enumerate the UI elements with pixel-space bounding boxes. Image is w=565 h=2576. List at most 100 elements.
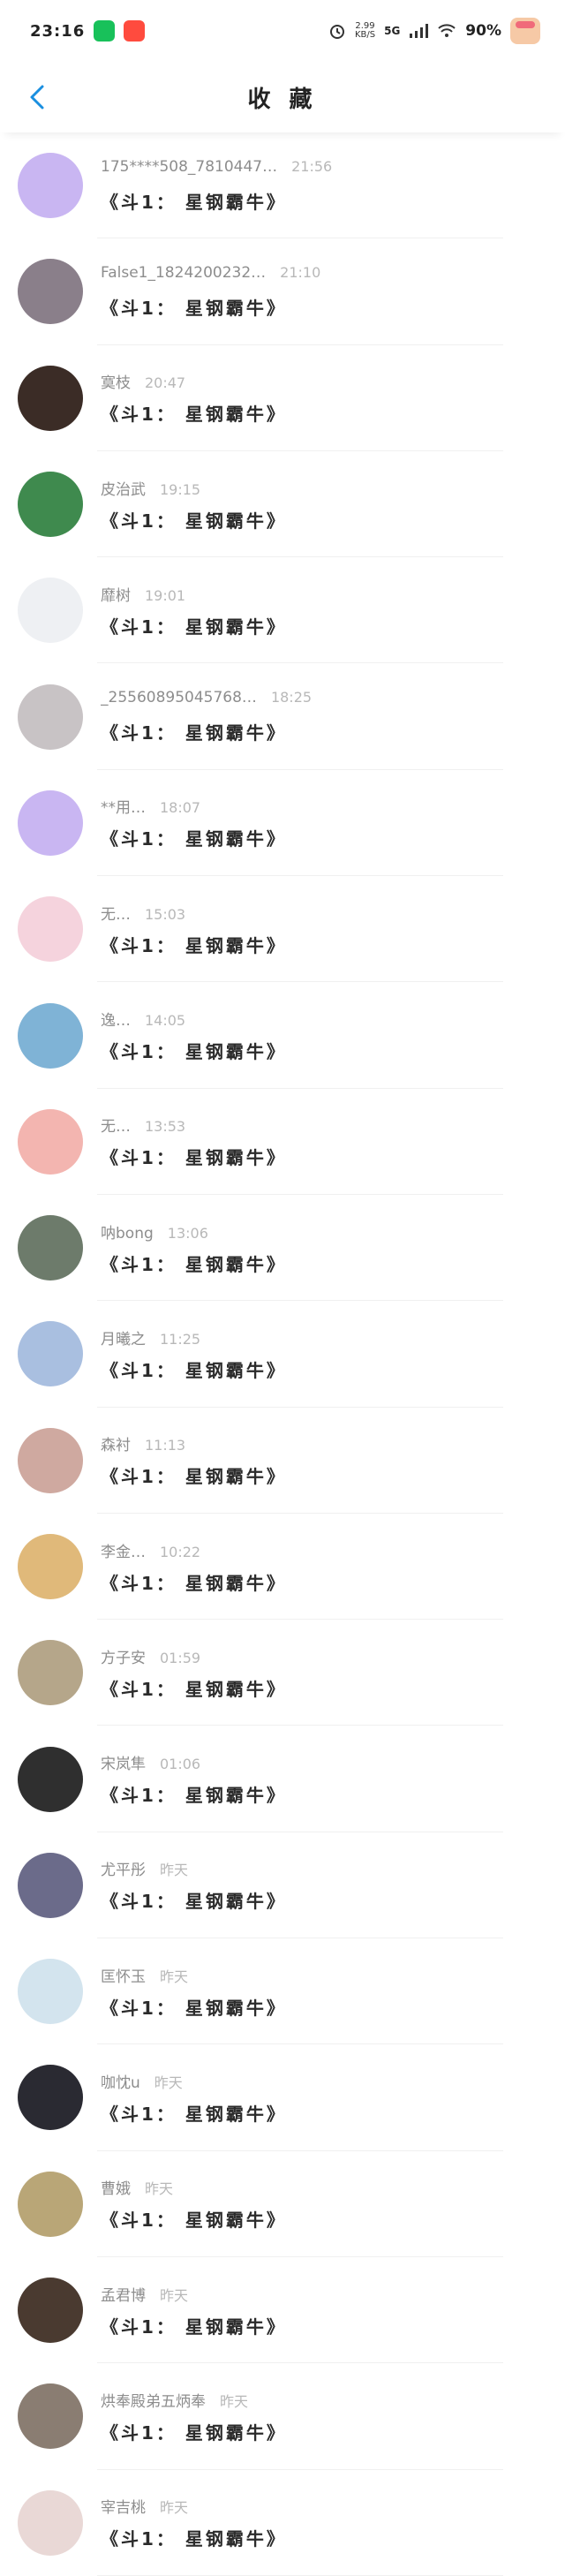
avatar[interactable] xyxy=(18,2489,83,2556)
item-meta: 曹娥 昨天 xyxy=(101,2176,287,2198)
collection-item[interactable]: 尤平彤 昨天 《斗1： 星钢霸牛》 xyxy=(0,1832,565,1939)
avatar[interactable] xyxy=(18,684,83,750)
item-time: 昨天 xyxy=(154,2074,183,2091)
collection-item[interactable]: 呐bong 13:06 《斗1： 星钢霸牛》 xyxy=(0,1195,565,1302)
avatar[interactable] xyxy=(18,1640,83,1706)
avatar[interactable] xyxy=(18,789,83,856)
avatar[interactable] xyxy=(18,1215,83,1281)
item-text: 寞枝 20:47 《斗1： 星钢霸牛》 xyxy=(101,370,287,426)
avatar[interactable] xyxy=(18,259,83,325)
avatar[interactable] xyxy=(18,472,83,538)
item-text: 曹娥 昨天《斗1： 星钢霸牛》 xyxy=(101,2176,287,2232)
collection-item[interactable]: 方子安 01:59 《斗1： 星钢霸牛》 xyxy=(0,1620,565,1726)
item-text: 无… 15:03 《斗1： 星钢霸牛》 xyxy=(101,902,287,957)
chevron-left-icon xyxy=(30,85,44,110)
item-meta: False1_1824200232… 21:10 xyxy=(101,264,320,285)
item-text: **用… 18:07 《斗1： 星钢霸牛》 xyxy=(101,795,287,850)
item-time: 21:10 xyxy=(280,263,321,281)
collection-item[interactable]: 咖忱u 昨天 《斗1： 星钢霸牛》 xyxy=(0,2044,565,2151)
item-content: 《斗1： 星钢霸牛》 xyxy=(101,934,287,956)
item-text: 尤平彤 昨天 《斗1： 星钢霸牛》 xyxy=(101,1857,287,1913)
collection-item[interactable]: 烘奉殿弟五炳奉 昨天 《斗1： 星钢霸牛》 xyxy=(0,2363,565,2470)
item-meta: 尤平彤 昨天 xyxy=(101,1857,287,1880)
item-time: 01:59 xyxy=(160,1649,201,1666)
collection-item[interactable]: 皮治武 19:15 《斗1： 星钢霸牛》 xyxy=(0,451,565,558)
user-name: 逸… xyxy=(101,1012,131,1031)
collection-item[interactable]: 靡树 19:01 《斗1： 星钢霸牛》 xyxy=(0,557,565,664)
item-meta: 无… 13:53 xyxy=(101,1114,287,1136)
collection-item[interactable]: 月曦之 11:25 《斗1： 星钢霸牛》 xyxy=(0,1301,565,1408)
avatar[interactable] xyxy=(18,2065,83,2131)
collection-item[interactable]: _25560895045768… 18:25 《斗1： 星钢霸牛》 xyxy=(0,663,565,771)
collection-item[interactable]: 175****508_7810447… 21:56 《斗1： 星钢霸牛》 xyxy=(0,132,565,239)
avatar[interactable] xyxy=(18,2383,83,2450)
avatar[interactable] xyxy=(18,2171,83,2237)
collection-item[interactable]: **用… 18:07 《斗1： 星钢霸牛》 xyxy=(0,770,565,877)
item-content: 《斗1： 星钢霸牛》 xyxy=(101,191,287,213)
avatar[interactable] xyxy=(18,578,83,644)
user-name: 呐bong xyxy=(101,1224,154,1243)
item-content: 《斗1： 星钢霸牛》 xyxy=(101,1253,287,1275)
avatar[interactable] xyxy=(18,1427,83,1493)
avatar[interactable] xyxy=(18,153,83,219)
item-time: 10:22 xyxy=(160,1543,201,1560)
item-text: 匡怀玉 昨天 《斗1： 星钢霸牛》 xyxy=(101,1964,287,2020)
avatar[interactable] xyxy=(18,1852,83,1918)
item-meta: 咖忱u 昨天 xyxy=(101,2070,287,2092)
user-name: 尤平彤 xyxy=(101,1862,146,1880)
item-text: 月曦之 11:25 《斗1： 星钢霸牛》 xyxy=(101,1326,287,1382)
user-name: 月曦之 xyxy=(101,1330,146,1348)
user-name: 宋岚隼 xyxy=(101,1756,146,1774)
item-text: 皮治武 19:15 《斗1： 星钢霸牛》 xyxy=(101,477,287,533)
item-text: 靡树 19:01 《斗1： 星钢霸牛》 xyxy=(101,583,287,638)
item-meta: 烘奉殿弟五炳奉 昨天 xyxy=(101,2389,287,2411)
avatar[interactable] xyxy=(18,1002,83,1069)
user-name: 靡树 xyxy=(101,586,131,605)
collection-item[interactable]: 宰吉桃 昨天 《斗1： 星钢霸牛》 xyxy=(0,2470,565,2576)
collection-item[interactable]: 宋岚隼 01:06 《斗1： 星钢霸牛》 xyxy=(0,1726,565,1833)
item-meta: **用… 18:07 xyxy=(101,795,287,817)
avatar[interactable] xyxy=(18,1108,83,1175)
collection-item[interactable]: 寞枝 20:47 《斗1： 星钢霸牛》 xyxy=(0,345,565,452)
collection-item[interactable]: 无… 15:03 《斗1： 星钢霸牛》 xyxy=(0,876,565,983)
avatar[interactable] xyxy=(18,1534,83,1599)
item-meta: 宋岚隼 01:06 xyxy=(101,1751,287,1774)
avatar[interactable] xyxy=(18,1959,83,2025)
collection-item[interactable]: 孟君博 昨天 《斗1： 星钢霸牛》 xyxy=(0,2257,565,2364)
item-time: 18:25 xyxy=(270,689,313,706)
item-content: 《斗1： 星钢霸牛》 xyxy=(101,297,287,319)
collection-item[interactable]: 匡怀玉 昨天 《斗1： 星钢霸牛》 xyxy=(0,1938,565,2045)
collection-item[interactable]: 逸… 14:05 《斗1： 星钢霸牛》 xyxy=(0,982,565,1089)
avatar[interactable] xyxy=(18,1746,83,1812)
item-time: 15:03 xyxy=(145,905,186,923)
status-left: 23:16 xyxy=(30,20,146,42)
back-button[interactable] xyxy=(21,81,53,113)
item-meta: 匡怀玉 昨天 xyxy=(101,1964,287,1986)
item-meta: _25560895045768… 18:25 xyxy=(101,689,312,710)
item-meta: 孟君博 昨天 xyxy=(101,2283,287,2305)
user-name: 175****508_7810447… xyxy=(101,157,278,176)
user-name: False1_1824200232… xyxy=(101,263,267,282)
alarm-icon xyxy=(329,25,344,39)
item-time: 19:01 xyxy=(145,586,186,604)
item-content: 《斗1： 星钢霸牛》 xyxy=(101,1466,287,1488)
item-content: 《斗1： 星钢霸牛》 xyxy=(101,2210,287,2232)
item-content: 《斗1： 星钢霸牛》 xyxy=(101,2421,287,2444)
user-name: 皮治武 xyxy=(101,480,146,499)
collection-list: 175****508_7810447… 21:56 《斗1： 星钢霸牛》 False1… xyxy=(0,132,565,2576)
collection-item[interactable]: 李金… 10:22 《斗1： 星钢霸牛》 xyxy=(0,1514,565,1620)
avatar[interactable] xyxy=(18,896,83,963)
item-content: 《斗1： 星钢霸牛》 xyxy=(101,1678,287,1700)
item-time: 13:06 xyxy=(167,1224,208,1242)
item-content: 《斗1： 星钢霸牛》 xyxy=(101,510,287,532)
collection-item[interactable]: 森衬 11:13 《斗1： 星钢霸牛》 xyxy=(0,1408,565,1515)
collection-item[interactable]: 无… 13:53 《斗1： 星钢霸牛》 xyxy=(0,1089,565,1196)
avatar[interactable] xyxy=(18,365,83,431)
avatar[interactable] xyxy=(18,1321,83,1387)
item-meta: 寞枝 20:47 xyxy=(101,370,287,392)
collection-item[interactable]: 曹娥 昨天《斗1： 星钢霸牛》 xyxy=(0,2151,565,2258)
collection-item[interactable]: False1_1824200232… 21:10 《斗1： 星钢霸牛》 xyxy=(0,238,565,345)
item-text: 森衬 11:13 《斗1： 星钢霸牛》 xyxy=(101,1432,287,1488)
status-time: 23:16 xyxy=(30,21,86,41)
avatar[interactable] xyxy=(18,2278,83,2344)
